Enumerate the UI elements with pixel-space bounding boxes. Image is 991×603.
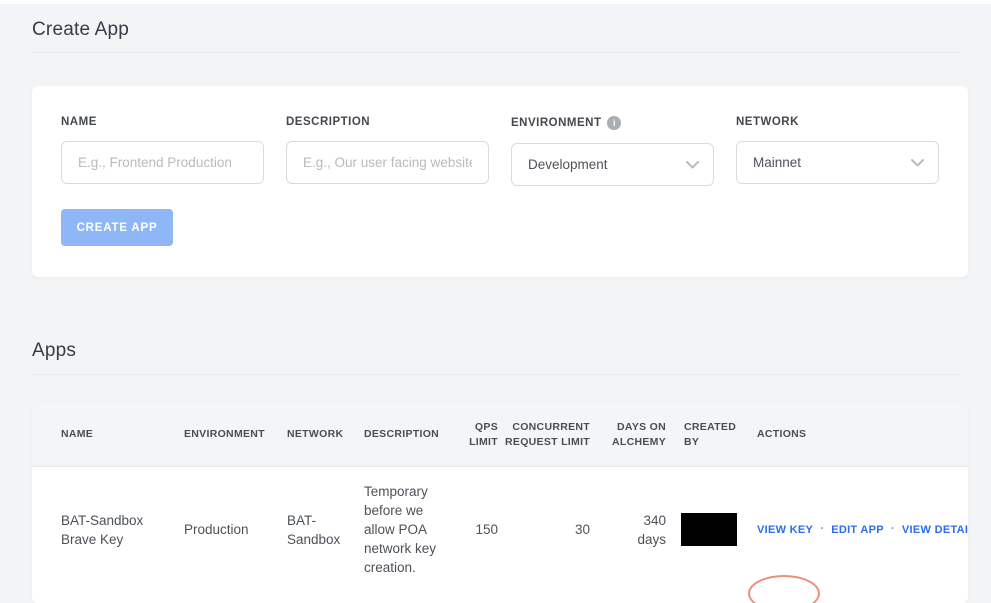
view-key-link[interactable]: VIEW KEY: [757, 524, 813, 536]
view-key-annotation-ellipse: [748, 575, 820, 603]
name-label: NAME: [61, 116, 264, 128]
header-qps-limit: QPS LIMIT: [469, 420, 498, 448]
description-label: DESCRIPTION: [286, 116, 489, 128]
network-label-text: NETWORK: [736, 116, 799, 128]
edit-app-link[interactable]: EDIT APP: [831, 524, 884, 536]
section-divider: [32, 374, 959, 375]
chevron-down-icon: [911, 158, 924, 166]
cell-days-on-alchemy: 340 days: [637, 512, 666, 547]
environment-label-text: ENVIRONMENT: [511, 117, 602, 129]
environment-field-group: ENVIRONMENT i Development: [511, 116, 714, 186]
chevron-down-icon: [686, 160, 699, 168]
header-description: DESCRIPTION: [364, 428, 440, 440]
cell-environment: Production: [184, 522, 249, 537]
header-actions: ACTIONS: [757, 428, 807, 440]
environment-select[interactable]: Development: [511, 143, 714, 186]
environment-label: ENVIRONMENT i: [511, 116, 714, 130]
header-concurrent-request-limit: CONCURRENT REQUEST LIMIT: [505, 420, 590, 448]
cell-network: BAT-Sandbox: [287, 512, 341, 547]
section-divider: [32, 52, 959, 53]
apps-section-title: Apps: [32, 340, 77, 361]
apps-table-card: NAME ENVIRONMENT NETWORK DESCRIPTION QPS…: [32, 403, 968, 603]
cell-actions: VIEW KEY · EDIT APP · VIEW DETAILS: [745, 519, 968, 540]
name-field-group: NAME: [61, 116, 264, 184]
name-input[interactable]: [61, 141, 264, 184]
top-white-strip: [0, 0, 991, 4]
header-name: NAME: [61, 428, 94, 440]
created-by-redaction-box: [681, 513, 737, 546]
cell-created-by: [666, 513, 745, 546]
network-select[interactable]: Mainnet: [736, 141, 939, 184]
cell-concurrent-request-limit: 30: [574, 522, 590, 537]
name-label-text: NAME: [61, 116, 97, 128]
network-selected-value: Mainnet: [753, 155, 802, 170]
view-details-link[interactable]: VIEW DETAILS: [902, 524, 968, 536]
cell-qps-limit: 150: [475, 522, 498, 537]
description-field-group: DESCRIPTION: [286, 116, 489, 184]
network-label: NETWORK: [736, 116, 939, 128]
action-separator-dot: ·: [820, 521, 825, 535]
create-app-button[interactable]: CREATE APP: [61, 209, 173, 246]
description-input[interactable]: [286, 141, 489, 184]
cell-app-name: BAT-Sandbox Brave Key: [61, 512, 144, 547]
description-label-text: DESCRIPTION: [286, 116, 371, 128]
table-row: BAT-Sandbox Brave Key Production BAT-San…: [32, 467, 968, 603]
environment-selected-value: Development: [528, 157, 608, 172]
apps-table-header-row: NAME ENVIRONMENT NETWORK DESCRIPTION QPS…: [32, 403, 968, 467]
header-days-on-alchemy: DAYS ON ALCHEMY: [611, 420, 666, 448]
network-field-group: NETWORK Mainnet: [736, 116, 939, 184]
header-network: NETWORK: [287, 428, 344, 440]
create-app-form-card: NAME DESCRIPTION ENVIRONMENT i Developme…: [32, 86, 968, 277]
header-created-by: CREATED BY: [684, 420, 737, 448]
header-environment: ENVIRONMENT: [184, 428, 265, 440]
create-app-section-title: Create App: [32, 19, 130, 40]
action-separator-dot: ·: [890, 521, 895, 535]
cell-description: Temporary before we allow POA network ke…: [364, 484, 437, 575]
info-icon[interactable]: i: [607, 116, 622, 130]
